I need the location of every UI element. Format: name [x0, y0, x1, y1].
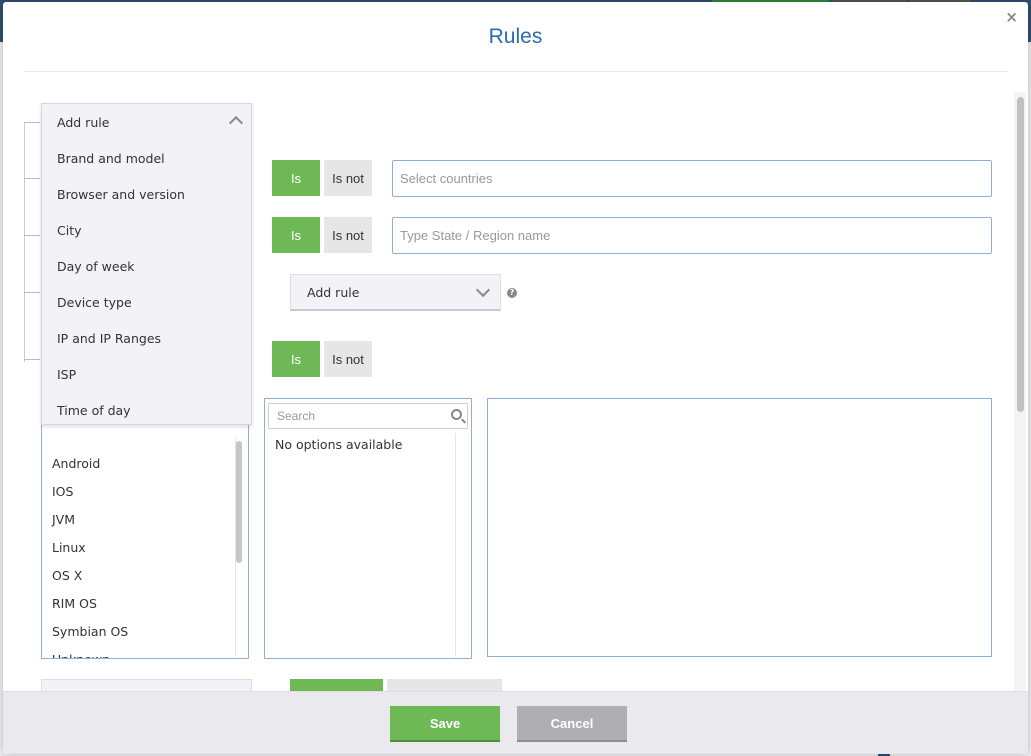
os-is-not-button[interactable]: Is not — [324, 341, 372, 377]
countries-input[interactable]: Select countries — [392, 160, 992, 197]
title-divider — [24, 71, 1007, 72]
modal-footer: Save Cancel — [3, 691, 1028, 754]
save-button[interactable]: Save — [390, 706, 500, 742]
tree-connector — [24, 235, 40, 236]
search-input[interactable]: Search — [268, 403, 468, 429]
list-item[interactable]: IOS — [52, 477, 128, 505]
help-icon[interactable]: ? — [507, 288, 517, 298]
region-input[interactable]: Type State / Region name — [392, 217, 992, 254]
rules-modal: Rules × Add rule Brand and model Browser… — [3, 2, 1028, 754]
close-icon[interactable]: × — [1005, 10, 1018, 25]
chevron-up-icon — [228, 115, 244, 131]
country-is-not-button[interactable]: Is not — [324, 160, 372, 196]
list-item[interactable]: JVM — [52, 505, 128, 533]
search-list: Search No options available — [264, 398, 472, 659]
selected-items-box[interactable] — [487, 398, 992, 657]
search-list-scrollbar-track[interactable] — [455, 433, 467, 657]
add-rule-dropdown-header[interactable]: Add rule — [42, 104, 251, 140]
list-item[interactable]: Symbian OS — [52, 617, 128, 645]
cancel-button[interactable]: Cancel — [517, 706, 627, 742]
modal-title: Rules — [488, 25, 543, 48]
chevron-down-icon — [475, 282, 491, 298]
tree-connector — [24, 292, 40, 293]
dropdown-item-device-type[interactable]: Device type — [42, 284, 251, 320]
modal-scrollbar-thumb[interactable] — [1017, 97, 1024, 412]
region-is-button[interactable]: Is — [272, 217, 320, 253]
tree-connector — [24, 122, 40, 123]
list-item[interactable]: OS X — [52, 561, 128, 589]
tree-connector — [24, 178, 40, 179]
list-item[interactable]: Linux — [52, 533, 128, 561]
nested-add-rule-select[interactable]: Add rule — [290, 274, 501, 311]
tree-connector — [24, 359, 40, 360]
dropdown-item-time-of-day[interactable]: Time of day — [42, 392, 251, 428]
dropdown-item-browser-version[interactable]: Browser and version — [42, 176, 251, 212]
os-list-scrollbar-thumb[interactable] — [236, 441, 242, 563]
os-list[interactable]: Android IOS JVM Linux OS X RIM OS Symbia… — [41, 412, 249, 659]
search-icon — [451, 409, 462, 420]
os-is-button[interactable]: Is — [272, 341, 320, 377]
add-rule-dropdown[interactable]: Add rule Brand and model Browser and ver… — [41, 103, 252, 425]
nested-add-rule-label: Add rule — [307, 284, 360, 300]
country-is-button[interactable]: Is — [272, 160, 320, 196]
no-options-text: No options available — [275, 437, 403, 452]
list-item[interactable]: Unknown — [52, 645, 128, 659]
region-is-not-button[interactable]: Is not — [324, 217, 372, 253]
dropdown-item-isp[interactable]: ISP — [42, 356, 251, 392]
add-rule-label: Add rule — [57, 114, 110, 130]
dropdown-item-day-of-week[interactable]: Day of week — [42, 248, 251, 284]
list-item[interactable]: Android — [52, 449, 128, 477]
dropdown-item-ip-ranges[interactable]: IP and IP Ranges — [42, 320, 251, 356]
dropdown-item-brand-model[interactable]: Brand and model — [42, 140, 251, 176]
dropdown-item-city[interactable]: City — [42, 212, 251, 248]
list-item[interactable]: RIM OS — [52, 589, 128, 617]
os-list-items: Android IOS JVM Linux OS X RIM OS Symbia… — [52, 449, 128, 659]
tree-connector — [24, 122, 25, 362]
